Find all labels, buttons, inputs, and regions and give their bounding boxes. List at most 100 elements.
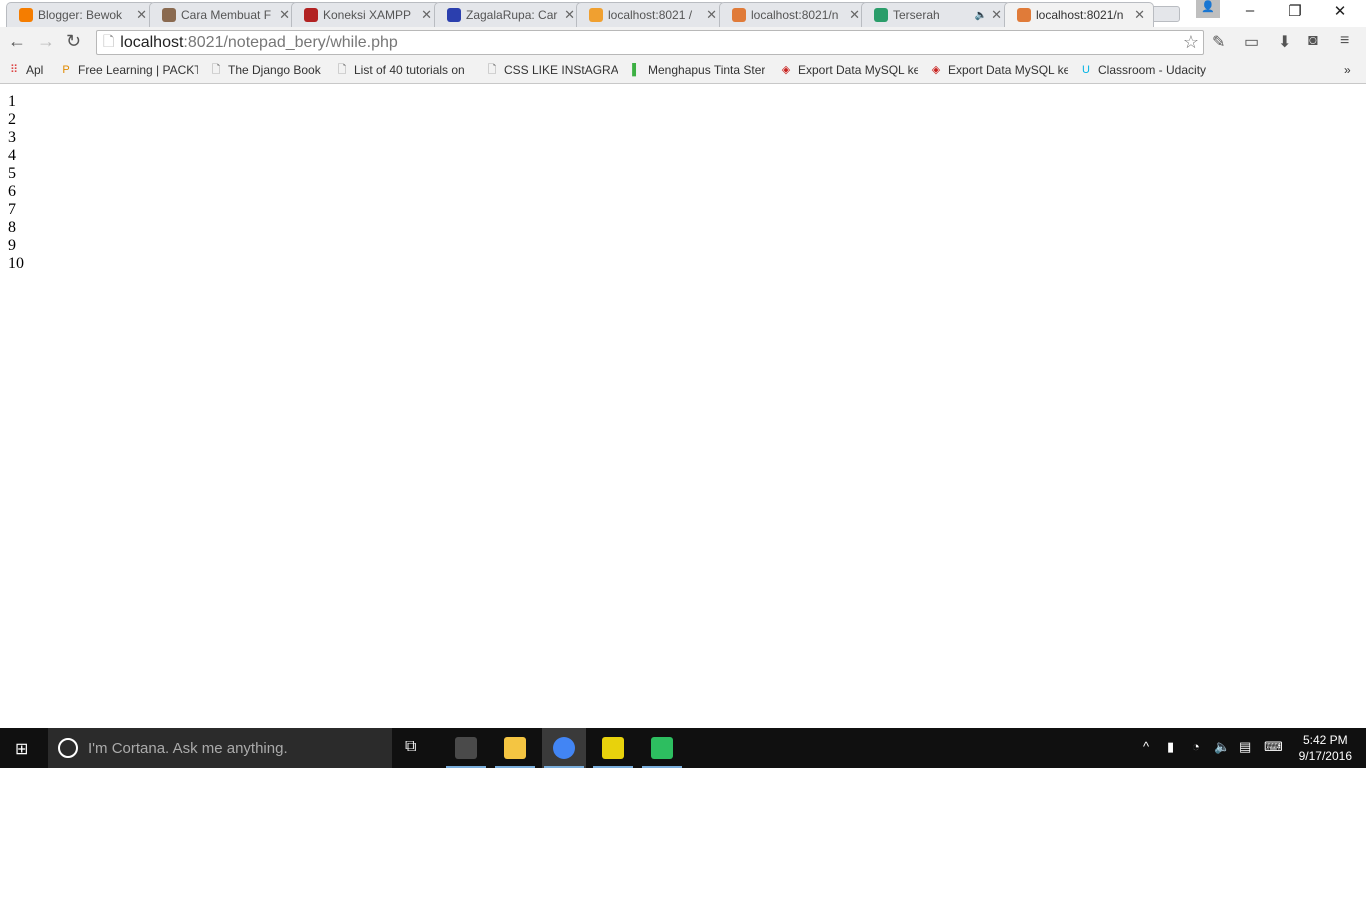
- tab-close-icon[interactable]: ✕: [706, 7, 717, 23]
- url-host: localhost: [120, 33, 184, 51]
- tab-close-icon[interactable]: ✕: [849, 7, 860, 23]
- minimize-button[interactable]: –: [1230, 2, 1270, 19]
- tab-title: localhost:8021/n: [1035, 8, 1123, 22]
- bookmark-item[interactable]: 🗋 The Django Book: [210, 63, 321, 77]
- tab-title: localhost:8021/n: [750, 8, 838, 22]
- blogger-icon: [19, 8, 33, 22]
- music-icon: [874, 8, 888, 22]
- xampp-icon: [1016, 8, 1031, 22]
- bookmark-label: Classroom - Udacity: [1098, 63, 1207, 77]
- tab[interactable]: localhost:8021 / ✕: [576, 2, 726, 27]
- page-content: 1 2 3 4 5 6 7 8 9 10: [8, 93, 24, 273]
- sublime-text-icon: [455, 737, 477, 759]
- bookmark-label: List of 40 tutorials on: [354, 63, 465, 77]
- show-hidden-icons[interactable]: ^: [1143, 739, 1149, 754]
- taskbar-app-file-explorer[interactable]: [493, 728, 537, 768]
- reload-button[interactable]: ↻: [66, 31, 81, 52]
- address-bar[interactable]: 🗋 localhost:8021/notepad_bery/while.php …: [96, 30, 1204, 55]
- output-line: 1: [8, 93, 16, 110]
- restore-button[interactable]: ❐: [1275, 2, 1315, 20]
- battery-icon[interactable]: ▮: [1167, 739, 1174, 755]
- tab-close-icon[interactable]: ✕: [991, 7, 1002, 23]
- action-center-icon[interactable]: ▤: [1239, 739, 1251, 755]
- tab[interactable]: Terserah 🔈 ✕: [861, 2, 1011, 27]
- red-diamond-icon: ◈: [781, 64, 791, 76]
- url-path: :8021/notepad_bery/while.php: [183, 33, 398, 51]
- taskbar-app-pdf-reader[interactable]: [591, 728, 635, 768]
- tab[interactable]: localhost:8021/n ✕: [718, 2, 869, 27]
- taskbar-app-chrome[interactable]: [542, 728, 586, 768]
- cortana-placeholder: I'm Cortana. Ask me anything.: [88, 739, 288, 757]
- red-diamond-icon: ◈: [931, 64, 941, 76]
- green-bookmark-icon: ▌: [632, 64, 640, 76]
- tab-title: ZagalaRupa: Car: [465, 8, 557, 22]
- taskbar-app-evernote[interactable]: [640, 728, 684, 768]
- tab[interactable]: Koneksi XAMPP ✕: [291, 2, 441, 27]
- taskbar: ⊞ I'm Cortana. Ask me anything. ⧉ ^ ▮ ◔ …: [0, 728, 1366, 768]
- toolbar: ← → ↻ 🗋 localhost:8021/notepad_bery/whil…: [0, 27, 1366, 58]
- tab-title: Cara Membuat F: [180, 8, 271, 22]
- packt-icon: P: [62, 64, 70, 76]
- tab[interactable]: Cara Membuat F ✕: [148, 2, 299, 27]
- tab-close-icon[interactable]: ✕: [564, 7, 575, 23]
- bookmark-item[interactable]: 🗋 CSS LIKE INStAGRAM: [486, 63, 618, 77]
- bookmark-item[interactable]: 🗋 List of 40 tutorials on: [336, 63, 465, 77]
- profile-icon[interactable]: 👤: [1196, 0, 1220, 18]
- bookmark-item[interactable]: P Free Learning | PACKT: [60, 63, 198, 77]
- bookmark-label: Free Learning | PACKT: [78, 63, 198, 77]
- output-line: 9: [8, 237, 16, 254]
- time: 5:42 PM: [1302, 733, 1348, 747]
- bookmarks-overflow-button[interactable]: »: [1344, 63, 1351, 77]
- volume-icon[interactable]: 🔈: [1214, 739, 1230, 755]
- wifi-icon[interactable]: ◔: [1192, 739, 1200, 754]
- tab[interactable]: localhost:8021/n ✕: [1003, 2, 1154, 27]
- download-extension-icon[interactable]: ⬇: [1278, 32, 1291, 52]
- eyedropper-extension-icon[interactable]: ✎: [1212, 32, 1225, 52]
- camera-icon[interactable]: ◙: [1308, 32, 1318, 50]
- clock[interactable]: 5:42 PM 9/17/2016: [1299, 732, 1352, 764]
- bookmark-item[interactable]: ⠿ Apl: [8, 63, 43, 77]
- keyboard-icon[interactable]: ⌨: [1264, 739, 1283, 755]
- output-line: 2: [8, 111, 16, 128]
- file-explorer-icon: [504, 737, 526, 759]
- menu-icon[interactable]: ≡: [1340, 32, 1349, 50]
- running-indicator: [544, 766, 584, 768]
- windows-start-icon[interactable]: ⊞: [15, 739, 28, 759]
- audio-icon[interactable]: 🔈: [975, 10, 987, 21]
- tab[interactable]: Blogger: Bewok ✕: [6, 2, 156, 27]
- bookmark-star-icon[interactable]: ☆: [1183, 32, 1199, 53]
- output-line: 8: [8, 219, 16, 236]
- close-window-button[interactable]: ✕: [1320, 2, 1360, 20]
- bookmark-item[interactable]: ▌ Menghapus Tinta Ster: [630, 63, 765, 77]
- cast-icon[interactable]: ▭: [1244, 32, 1259, 52]
- output-line: 3: [8, 129, 16, 146]
- page-icon: 🗋: [487, 64, 497, 76]
- output-line: 5: [8, 165, 16, 182]
- bookmark-label: Export Data MySQL ke: [948, 63, 1068, 77]
- cortana-search[interactable]: I'm Cortana. Ask me anything.: [48, 728, 392, 768]
- date: 9/17/2016: [1298, 749, 1352, 763]
- running-indicator: [495, 766, 535, 768]
- bookmark-item[interactable]: U Classroom - Udacity: [1080, 63, 1206, 77]
- back-button[interactable]: ←: [8, 31, 26, 52]
- tab-close-icon[interactable]: ✕: [421, 7, 432, 23]
- tab-title: localhost:8021 /: [608, 8, 693, 22]
- forward-button: →: [37, 31, 55, 51]
- tab-close-icon[interactable]: ✕: [279, 7, 290, 23]
- page-icon: 🗋: [103, 32, 115, 49]
- tab-close-icon[interactable]: ✕: [136, 7, 147, 23]
- bookmark-label: Apl: [26, 63, 44, 77]
- taskbar-app-sublime-text[interactable]: [444, 728, 488, 768]
- output-line: 6: [8, 183, 16, 200]
- chrome-icon: [553, 737, 575, 759]
- udacity-icon: U: [1082, 64, 1090, 76]
- task-view-icon[interactable]: ⧉: [405, 738, 416, 756]
- evernote-icon: [651, 737, 673, 759]
- bookmarks-bar: ⠿ Apl P Free Learning | PACKT 🗋 The Django Bo…: [0, 58, 1366, 84]
- page-icon: 🗋: [211, 64, 221, 76]
- tab[interactable]: ZagalaRupa: Car ✕: [433, 2, 584, 27]
- bookmark-item[interactable]: ◈ Export Data MySQL ke: [780, 63, 918, 77]
- bookmark-item[interactable]: ◈ Export Data MySQL ke: [930, 63, 1068, 77]
- apps-grid-icon: ⠿: [9, 64, 19, 76]
- tab-close-icon[interactable]: ✕: [1134, 7, 1145, 23]
